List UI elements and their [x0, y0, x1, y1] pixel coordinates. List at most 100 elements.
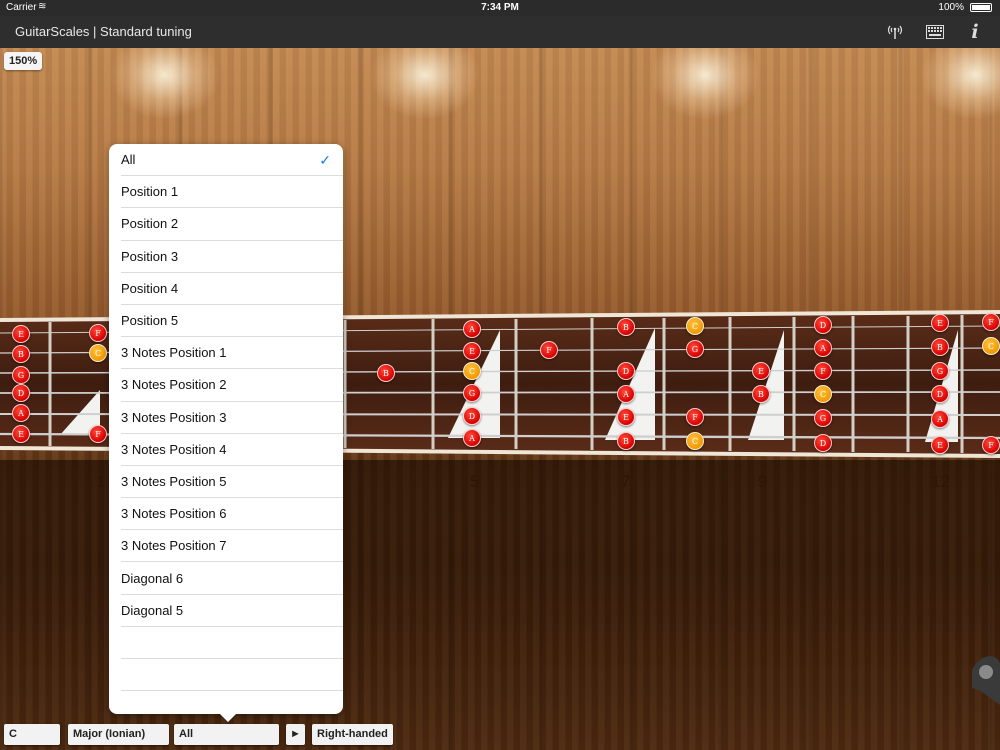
root-note-marker[interactable]: C — [814, 385, 832, 403]
note-marker[interactable]: A — [12, 404, 30, 422]
note-marker[interactable]: E — [617, 408, 635, 426]
status-bar: Carrier ≋ 7:34 PM 100% — [0, 0, 1000, 16]
menu-item-label: Diagonal 5 — [121, 602, 184, 618]
menu-item-label: Diagonal 6 — [121, 570, 184, 586]
note-marker[interactable]: E — [931, 314, 949, 332]
note-marker[interactable]: E — [12, 425, 30, 443]
menu-item[interactable]: 3 Notes Position 6 — [121, 498, 343, 531]
note-marker[interactable]: F — [540, 341, 558, 359]
handedness-select[interactable]: Right-handed — [312, 724, 393, 745]
menu-item-label: 3 Notes Position 1 — [121, 345, 227, 361]
fret-number: 9 — [758, 472, 768, 491]
bottom-toolbar: C Major (Ionian) All ► Right-handed — [0, 722, 1000, 750]
fret-number: 1 — [96, 472, 106, 491]
menu-item[interactable]: Diagonal 6 — [121, 562, 343, 595]
fret-number: 5 — [470, 472, 480, 491]
note-marker[interactable]: D — [814, 316, 832, 334]
menu-item[interactable]: 3 Notes Position 7 — [121, 530, 343, 563]
position-popover: All ✓ Position 1 Position 2 Position 3 Positi… — [109, 144, 343, 714]
note-marker[interactable]: F — [89, 425, 107, 443]
menu-item[interactable]: Position 1 — [121, 176, 343, 209]
note-marker[interactable]: B — [931, 338, 949, 356]
menu-item-label: Position 4 — [121, 280, 179, 296]
note-marker[interactable]: G — [931, 362, 949, 380]
zoom-level[interactable]: 150% — [4, 52, 43, 70]
note-marker[interactable]: B — [12, 345, 30, 363]
root-note-marker[interactable]: C — [982, 337, 1000, 355]
note-marker[interactable]: F — [982, 436, 1000, 454]
note-marker[interactable]: F — [686, 408, 704, 426]
note-marker[interactable]: G — [814, 409, 832, 427]
note-marker[interactable]: A — [617, 385, 635, 403]
note-marker[interactable]: A — [463, 320, 481, 338]
battery-percent: 100% — [938, 2, 964, 13]
menu-item[interactable]: 3 Notes Position 4 — [121, 434, 343, 466]
note-marker[interactable]: A — [814, 339, 832, 357]
menu-item[interactable]: 3 Notes Position 1 — [121, 337, 343, 370]
fret-number: 12 — [931, 472, 950, 491]
note-marker[interactable]: F — [814, 362, 832, 380]
menu-item[interactable]: 3 Notes Position 5 — [121, 466, 343, 499]
menu-item-label: 3 Notes Position 6 — [121, 506, 227, 522]
note-marker[interactable]: A — [463, 429, 481, 447]
menu-item-label: Position 1 — [121, 184, 179, 200]
note-marker[interactable]: B — [617, 318, 635, 336]
clock: 7:34 PM — [481, 2, 519, 13]
menu-empty-row — [121, 691, 343, 714]
menu-item[interactable]: Position 2 — [121, 208, 343, 241]
menu-item[interactable]: All ✓ — [121, 144, 343, 177]
menu-item-label: 3 Notes Position 7 — [121, 538, 227, 554]
info-icon[interactable]: i — [964, 21, 986, 43]
note-marker[interactable]: E — [752, 362, 770, 380]
menu-item-label: 3 Notes Position 3 — [121, 409, 227, 425]
tuner-icon[interactable] — [884, 21, 906, 43]
note-marker[interactable]: D — [463, 407, 481, 425]
root-note-marker[interactable]: C — [686, 432, 704, 450]
root-note-marker[interactable]: C — [686, 317, 704, 335]
note-marker[interactable]: G — [686, 340, 704, 358]
menu-item[interactable]: Position 3 — [121, 241, 343, 273]
note-marker[interactable]: D — [814, 434, 832, 452]
app-title: GuitarScales | Standard tuning — [15, 24, 192, 39]
note-marker[interactable]: G — [12, 366, 30, 384]
menu-item-label: Position 3 — [121, 248, 179, 264]
note-marker[interactable]: E — [12, 325, 30, 343]
note-marker[interactable]: D — [931, 385, 949, 403]
menu-item-label: 3 Notes Position 2 — [121, 377, 227, 393]
menu-empty-row — [121, 659, 343, 692]
note-marker[interactable]: B — [752, 385, 770, 403]
note-marker[interactable]: F — [89, 324, 107, 342]
note-marker[interactable]: F — [982, 313, 1000, 331]
menu-item[interactable]: Diagonal 5 — [121, 595, 343, 627]
note-marker[interactable]: G — [463, 384, 481, 402]
menu-item-label: Position 2 — [121, 216, 179, 232]
root-note-marker[interactable]: C — [89, 344, 107, 362]
menu-item[interactable]: Position 4 — [121, 273, 343, 305]
keyboard-icon[interactable] — [924, 21, 946, 43]
menu-item[interactable]: 3 Notes Position 2 — [121, 369, 343, 402]
position-select[interactable]: All — [174, 724, 279, 745]
nav-bar: GuitarScales | Standard tuning i — [0, 16, 1000, 48]
note-marker[interactable]: A — [931, 410, 949, 428]
menu-empty-row — [121, 627, 343, 659]
play-button[interactable]: ► — [286, 724, 305, 745]
tuning-peg-icon — [972, 656, 1000, 705]
note-marker[interactable]: E — [463, 342, 481, 360]
note-marker[interactable]: D — [12, 384, 30, 402]
menu-item[interactable]: 3 Notes Position 3 — [121, 402, 343, 434]
key-select[interactable]: C — [4, 724, 60, 745]
note-marker[interactable]: D — [617, 362, 635, 380]
popover-arrow — [218, 712, 238, 722]
menu-item-label: All — [121, 152, 136, 168]
battery-icon — [970, 3, 992, 12]
note-marker[interactable]: B — [617, 432, 635, 450]
scale-select[interactable]: Major (Ionian) — [68, 724, 169, 745]
fret-number: 7 — [621, 472, 631, 491]
position-menu-list: All ✓ Position 1 Position 2 Position 3 Positi… — [109, 144, 343, 714]
root-note-marker[interactable]: C — [463, 362, 481, 380]
menu-item-label: 3 Notes Position 4 — [121, 441, 227, 457]
note-marker[interactable]: B — [377, 364, 395, 382]
note-marker[interactable]: E — [931, 436, 949, 454]
menu-item[interactable]: Position 5 — [121, 305, 343, 338]
menu-item-label: 3 Notes Position 5 — [121, 473, 227, 489]
